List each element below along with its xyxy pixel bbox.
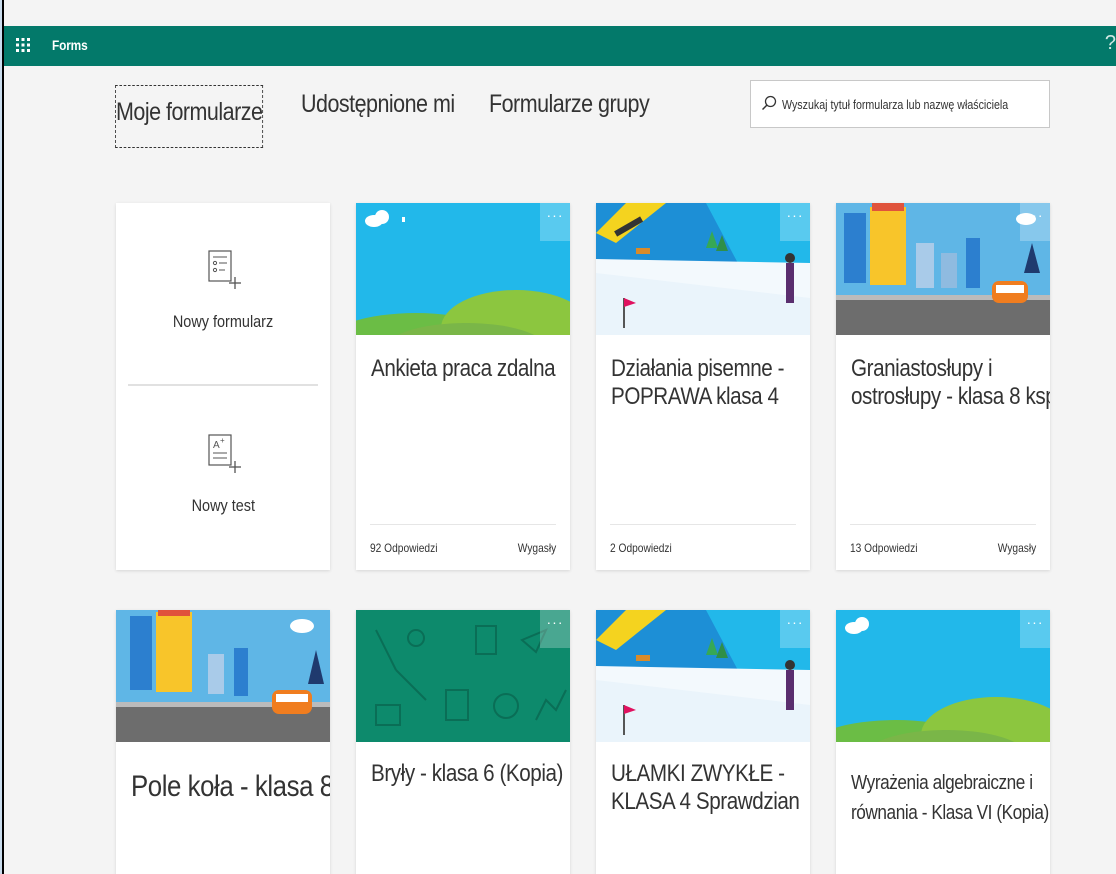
app-name[interactable]: Forms bbox=[52, 37, 88, 53]
form-title: Ankieta praca zdalna bbox=[371, 355, 556, 382]
search-icon bbox=[761, 95, 777, 111]
divider bbox=[128, 384, 318, 386]
form-title: Działania pisemne - POPRAWA klasa 4 bbox=[611, 355, 785, 410]
form-card[interactable]: ··· Ankieta praca zdalna 92 Odpowiedzi W… bbox=[356, 203, 570, 570]
cover-image bbox=[596, 610, 810, 742]
status-label: Wygasły bbox=[997, 541, 1036, 555]
new-form-button[interactable]: Nowy formularz bbox=[116, 247, 330, 332]
form-title: Graniastosłupy i ostrosłupy - klasa 8 ks… bbox=[851, 355, 1050, 410]
form-title: Wyrażenia algebraiczne i równania - Klas… bbox=[851, 772, 1049, 824]
form-card[interactable]: Pole koła - klasa 8 bbox=[116, 610, 330, 874]
top-bar: Forms ? bbox=[4, 26, 1116, 66]
svg-text:A: A bbox=[213, 440, 220, 451]
help-icon[interactable]: ? bbox=[1105, 32, 1116, 55]
form-card[interactable]: ··· Działania pisemne - POPRAWA klasa 4 … bbox=[596, 203, 810, 570]
response-count: 2 Odpowiedzi bbox=[610, 541, 672, 555]
app-frame: Forms ? Moje formularze Udostępnione mi … bbox=[2, 0, 1116, 874]
new-form-icon bbox=[208, 250, 241, 289]
form-title: Bryły - klasa 6 (Kopia) bbox=[371, 760, 563, 787]
form-title: UŁAMKI ZWYKŁE - KLASA 4 Sprawdzian bbox=[611, 760, 800, 815]
form-card[interactable]: ··· Graniastosłupy i ostrosłupy - klasa … bbox=[836, 203, 1050, 570]
card-footer: 2 Odpowiedzi bbox=[610, 524, 796, 570]
response-count: 92 Odpowiedzi bbox=[370, 541, 438, 555]
search-box[interactable]: Wyszukaj tytuł formularza lub nazwę właś… bbox=[750, 80, 1050, 128]
cover-image bbox=[116, 610, 330, 742]
svg-text:+: + bbox=[220, 436, 225, 445]
response-count: 13 Odpowiedzi bbox=[850, 541, 918, 555]
more-options-button[interactable]: ··· bbox=[780, 203, 810, 241]
form-card[interactable]: ··· Bryły - klasa 6 (Kopia) bbox=[356, 610, 570, 874]
more-options-button[interactable]: ··· bbox=[1020, 203, 1050, 241]
cover-image bbox=[836, 203, 1050, 335]
more-options-button[interactable]: ··· bbox=[540, 203, 570, 241]
tab-group-forms[interactable]: Formularze grupy bbox=[489, 90, 650, 119]
more-options-button[interactable]: ··· bbox=[540, 610, 570, 648]
new-quiz-button[interactable]: A + Nowy test bbox=[116, 431, 330, 516]
form-title: Pole koła - klasa 8 bbox=[131, 770, 330, 803]
new-quiz-icon: A + bbox=[208, 434, 241, 473]
app-launcher-icon[interactable] bbox=[12, 34, 34, 56]
form-card[interactable]: ··· Wyrażenia algebraiczne i równania - … bbox=[836, 610, 1050, 874]
more-options-button[interactable]: ··· bbox=[1020, 610, 1050, 648]
new-form-label: Nowy formularz bbox=[172, 312, 274, 331]
cover-image bbox=[596, 203, 810, 335]
cover-image bbox=[836, 610, 1050, 742]
search-placeholder: Wyszukaj tytuł formularza lub nazwę właś… bbox=[782, 97, 1009, 112]
card-footer: 92 Odpowiedzi Wygasły bbox=[370, 524, 556, 570]
new-quiz-label: Nowy test bbox=[191, 496, 255, 515]
form-card[interactable]: ··· UŁAMKI ZWYKŁE - KLASA 4 Sprawdzian bbox=[596, 610, 810, 874]
more-options-button[interactable]: ··· bbox=[780, 610, 810, 648]
cover-image bbox=[356, 610, 570, 742]
card-footer: 13 Odpowiedzi Wygasły bbox=[850, 524, 1036, 570]
new-items-card: Nowy formularz A + Nowy test bbox=[116, 203, 330, 570]
status-label: Wygasły bbox=[517, 541, 556, 555]
cover-image bbox=[356, 203, 570, 335]
tab-shared-with-me[interactable]: Udostępnione mi bbox=[301, 90, 455, 119]
tab-my-forms[interactable]: Moje formularze bbox=[115, 85, 264, 148]
